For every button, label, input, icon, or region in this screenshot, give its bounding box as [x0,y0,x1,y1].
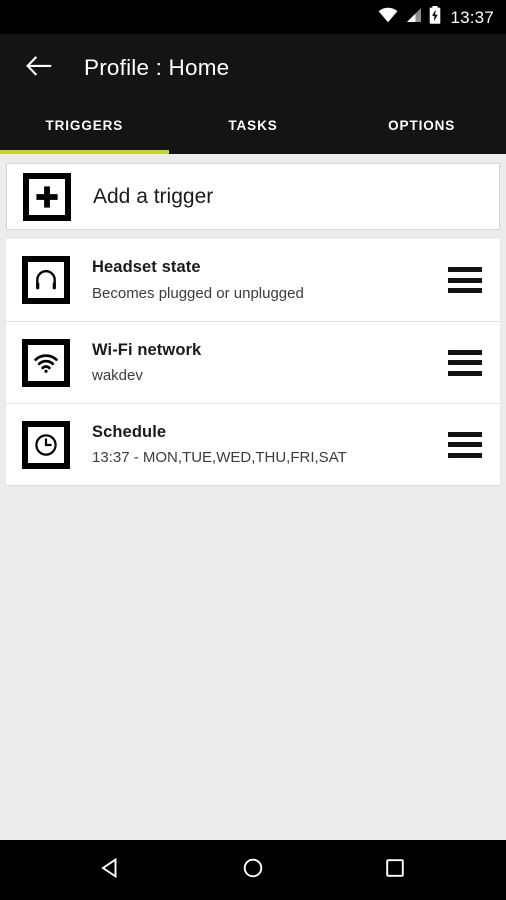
status-bar-icons [378,5,441,29]
nav-home-button[interactable] [226,843,280,897]
tab-bar: TRIGGERS TASKS OPTIONS [0,102,506,154]
tab-options-label: OPTIONS [388,117,456,133]
trigger-subtitle: 13:37 - MON,TUE,WED,THU,FRI,SAT [92,449,347,467]
add-trigger-button[interactable]: Add a trigger [6,163,500,230]
cellular-signal-icon [405,7,422,28]
wifi-icon [378,7,398,28]
trigger-subtitle: Becomes plugged or unplugged [92,284,304,302]
tab-tasks-label: TASKS [228,117,278,133]
plus-square-icon [23,172,71,221]
drag-handle-icon[interactable] [448,267,482,293]
trigger-title: Wi-Fi network [92,340,202,359]
nav-back-button[interactable] [84,843,138,897]
nav-home-circle-icon [240,855,266,886]
tab-triggers-label: TRIGGERS [45,117,124,133]
trigger-list: Headset state Becomes plugged or unplugg… [6,239,500,485]
drag-handle-icon[interactable] [448,431,482,458]
headset-icon [22,256,70,304]
trigger-text: Headset state Becomes plugged or unplugg… [92,257,448,303]
table-row[interactable]: Headset state Becomes plugged or unplugg… [6,239,500,321]
tab-triggers[interactable]: TRIGGERS [0,102,169,154]
status-bar-clock: 13:37 [450,7,494,27]
status-bar: 13:37 [0,0,506,34]
trigger-text: Wi-Fi network wakdev [92,340,448,386]
active-tab-indicator [0,150,169,154]
tab-tasks[interactable]: TASKS [169,102,338,154]
trigger-title: Schedule [92,422,167,441]
battery-charging-icon [429,5,441,29]
nav-recents-square-icon [382,855,408,886]
add-trigger-label: Add a trigger [93,184,214,208]
android-navigation-bar [0,840,506,900]
back-arrow-icon [26,55,52,82]
nav-back-triangle-icon [98,855,124,886]
trigger-title: Headset state [92,258,201,277]
table-row[interactable]: Schedule 13:37 - MON,TUE,WED,THU,FRI,SAT [6,403,500,485]
trigger-text: Schedule 13:37 - MON,TUE,WED,THU,FRI,SAT [92,422,448,468]
table-row[interactable]: Wi-Fi network wakdev [6,321,500,403]
app-bar: Profile : Home [0,34,506,102]
phone-screen: 13:37 Profile : Home TRIGGERS TASKS OPTI… [0,0,506,900]
trigger-subtitle: wakdev [92,367,143,385]
drag-handle-icon[interactable] [448,349,482,376]
wifi-icon [22,338,70,387]
nav-recents-button[interactable] [368,843,422,897]
tab-options[interactable]: OPTIONS [337,102,506,154]
triggers-list-container: Add a trigger Headset state Becomes plug… [0,154,506,840]
back-button[interactable] [20,49,58,87]
page-title: Profile : Home [84,55,230,80]
clock-icon [22,420,70,469]
